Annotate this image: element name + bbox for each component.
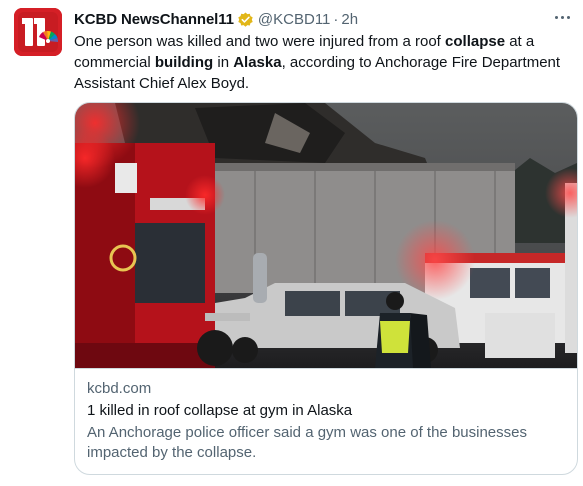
tweet-timestamp[interactable]: 2h bbox=[341, 11, 358, 28]
more-options-button[interactable] bbox=[551, 8, 573, 26]
tweet-body-text: One person was killed and two were injur… bbox=[74, 31, 570, 94]
tweet[interactable]: KCBD NewsChannel11 @KCBD11 · 2h One pers… bbox=[0, 0, 583, 486]
kcbd-logo-avatar[interactable] bbox=[14, 8, 62, 56]
tweet-header: KCBD NewsChannel11 @KCBD11 · 2h bbox=[74, 10, 573, 28]
tweet-text-segment: One person was killed and two were injur… bbox=[74, 33, 446, 50]
kcbd-logo-icon bbox=[14, 8, 62, 56]
news-photo-fire-truck[interactable] bbox=[75, 103, 577, 368]
more-horizontal-icon-dot bbox=[566, 15, 570, 19]
card-domain[interactable]: kcbd.com bbox=[87, 379, 565, 399]
author-display-name[interactable]: KCBD NewsChannel11 bbox=[74, 11, 234, 28]
verified-badge-icon[interactable] bbox=[237, 11, 254, 28]
tweet-text-segment: in bbox=[213, 54, 234, 71]
more-horizontal-icon bbox=[554, 15, 558, 19]
link-preview-card[interactable]: kcbd.com 1 killed in roof collapse at gy… bbox=[74, 102, 578, 475]
author-handle[interactable]: @KCBD11 bbox=[258, 11, 330, 28]
more-horizontal-icon-dot bbox=[560, 15, 564, 19]
card-title[interactable]: 1 killed in roof collapse at gym in Alas… bbox=[87, 401, 565, 421]
card-description: An Anchorage police officer said a gym w… bbox=[87, 424, 527, 461]
tweet-text-highlight: building bbox=[154, 54, 214, 71]
tweet-text-highlight: collapse bbox=[445, 33, 506, 50]
header-separator: · bbox=[333, 10, 339, 28]
tweet-text-highlight: Alaska bbox=[233, 54, 282, 71]
card-meta[interactable]: kcbd.com 1 killed in roof collapse at gy… bbox=[75, 368, 577, 474]
